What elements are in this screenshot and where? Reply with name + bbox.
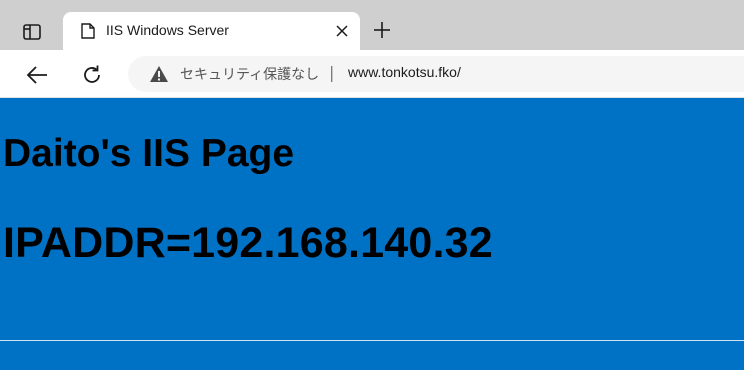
plus-icon [374,22,390,38]
browser-tab-active[interactable]: IIS Windows Server [63,12,360,50]
close-tab-button[interactable] [333,22,351,40]
back-arrow-icon [26,66,47,84]
page-title: Daito's IIS Page [3,132,295,175]
back-button[interactable] [24,62,50,88]
page-content: Daito's IIS Page IPADDR=192.168.140.32 [0,99,744,370]
browser-toolbar: セキュリティ保護なし | www.tonkotsu.fko/ [0,50,744,98]
reload-button[interactable] [79,62,105,88]
reload-icon [84,65,100,83]
page-icon [81,23,95,39]
url-text[interactable]: www.tonkotsu.fko/ [348,64,461,80]
tab-strip: IIS Windows Server [0,0,744,50]
close-icon [336,25,348,37]
horizontal-rule [0,340,744,341]
new-tab-button[interactable] [371,19,393,41]
ip-address-heading: IPADDR=192.168.140.32 [3,219,493,267]
tab-actions-icon [23,24,41,40]
address-separator: | [329,63,335,82]
security-status-label[interactable]: セキュリティ保護なし [180,64,319,84]
tab-actions-menu-button[interactable] [14,19,50,45]
address-bar[interactable]: セキュリティ保護なし | www.tonkotsu.fko/ [128,56,744,92]
tab-title: IIS Windows Server [106,22,229,38]
warning-triangle-icon[interactable] [149,65,169,83]
